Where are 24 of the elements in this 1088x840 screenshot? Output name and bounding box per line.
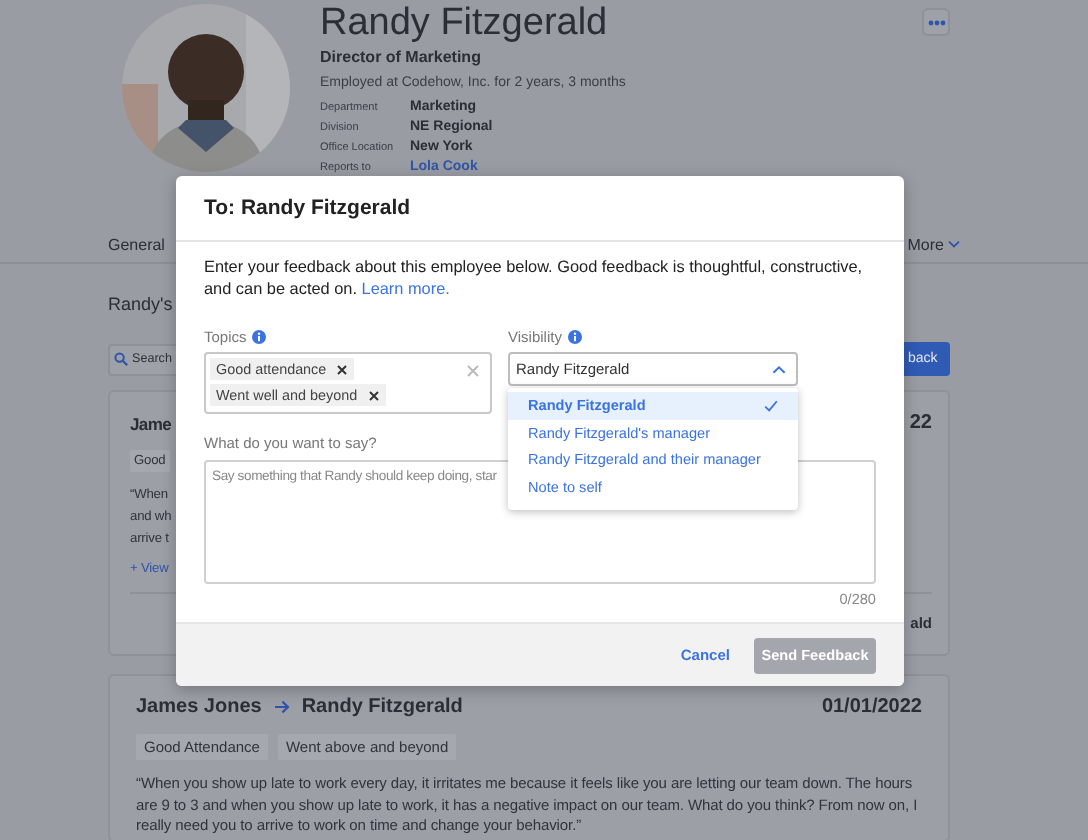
employee-name: Randy Fitzgerald (320, 4, 610, 44)
feedback-date: 01/01/2022 (821, 696, 922, 718)
author-name: James Jones (136, 696, 262, 718)
chevron-down-icon (948, 240, 960, 248)
check-icon (764, 399, 778, 412)
nav-tab[interactable]: General (108, 235, 165, 253)
info-icon (567, 329, 582, 343)
search-icon (114, 352, 128, 366)
remove-icon[interactable] (336, 363, 349, 375)
recipient-name: Randy Fitzgerald (301, 696, 463, 718)
dialog-title: To: Randy Fitzgerald (176, 176, 904, 242)
arrow-right-icon (273, 700, 290, 714)
intro-text: Enter your feedback about this employee below. Good feedback is thoughtful, constructive, and can be acted on. Learn more. (204, 256, 865, 300)
job-title: Director of Marketing (320, 48, 483, 68)
learn-more-link[interactable]: Learn more. (361, 280, 450, 298)
author-name: Jame (130, 413, 172, 433)
chevron-up-icon (772, 365, 786, 373)
info-icon (252, 329, 267, 343)
more-options-button[interactable] (922, 8, 950, 36)
section-heading: Randy's (108, 292, 173, 318)
nav-tab[interactable]: More (907, 235, 960, 253)
dots-icon (927, 19, 945, 25)
feedback-date: 22 (909, 412, 932, 434)
remove-icon[interactable] (367, 389, 380, 401)
